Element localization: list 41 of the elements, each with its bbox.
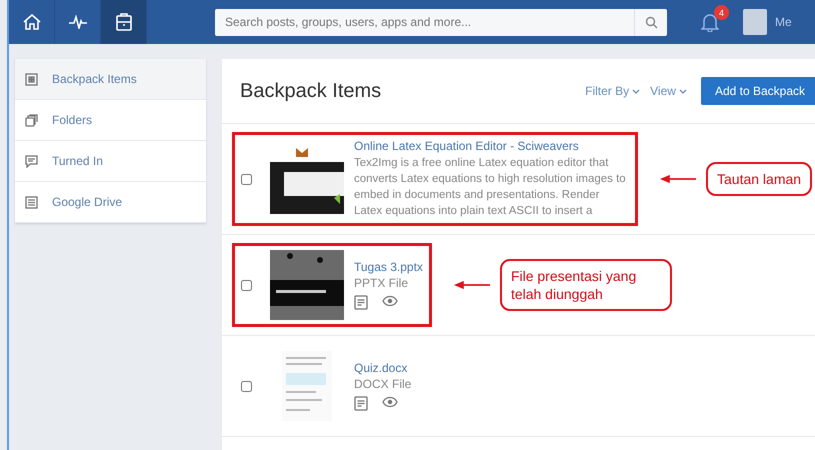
caret-icon — [632, 88, 640, 94]
callout-note: Tautan laman — [706, 162, 812, 196]
notification-count: 4 — [714, 5, 729, 20]
sidebar-item[interactable]: Turned In — [15, 141, 206, 182]
page-title: Backpack Items — [240, 80, 382, 102]
view-dropdown[interactable]: View — [650, 84, 687, 98]
arrow-icon — [454, 280, 490, 290]
user-menu[interactable]: Me — [775, 15, 792, 29]
search-icon[interactable] — [644, 16, 658, 28]
search-bar[interactable]: Search posts, groups, users, apps and more... — [215, 8, 667, 36]
file-type: PPTX File — [354, 276, 410, 290]
details-icon[interactable] — [354, 295, 368, 310]
file-type: DOCX File — [354, 377, 412, 391]
folders-icon — [25, 114, 38, 126]
item-title-link[interactable]: Tugas 3.pptx — [354, 260, 423, 274]
eye-icon[interactable] — [382, 396, 398, 408]
item-checkbox[interactable] — [241, 174, 252, 184]
callout-note: File presentasi yang telah diunggah — [500, 259, 672, 311]
home-icon — [22, 12, 42, 32]
item-checkbox[interactable] — [241, 380, 252, 392]
search-field[interactable]: Search posts, groups, users, apps and more... — [215, 15, 634, 29]
sidebar-item[interactable]: Backpack Items — [15, 59, 206, 100]
backpack-icon — [114, 12, 132, 32]
details-icon[interactable] — [354, 396, 368, 411]
sidebar-item[interactable]: Folders — [15, 100, 206, 141]
pulse-icon — [68, 15, 88, 29]
nav-tab[interactable] — [101, 0, 147, 44]
document-icon — [25, 196, 38, 208]
bell-icon — [701, 12, 719, 32]
sidebar-item[interactable]: Google Drive — [15, 182, 206, 223]
comment-icon — [25, 154, 38, 168]
item-title-link[interactable]: Online Latex Equation Editor - Sciweavers — [354, 139, 629, 153]
add-to-backpack-button[interactable]: Add to Backpack — [700, 77, 815, 105]
grid-icon — [25, 72, 38, 86]
item-checkbox[interactable] — [241, 280, 252, 290]
item-title-link[interactable]: Quiz.docx — [354, 361, 412, 375]
caret-icon — [678, 88, 687, 94]
item-description: Tex2Img is a free online Latex equation editor that converts Latex equations to high resolution images to embed in documents and presentations. Render Latex equations into plain text ASCII to insert a — [354, 156, 627, 219]
eye-icon[interactable] — [382, 295, 398, 307]
arrow-icon — [660, 174, 696, 184]
filter-dropdown[interactable]: Filter By — [585, 84, 640, 98]
